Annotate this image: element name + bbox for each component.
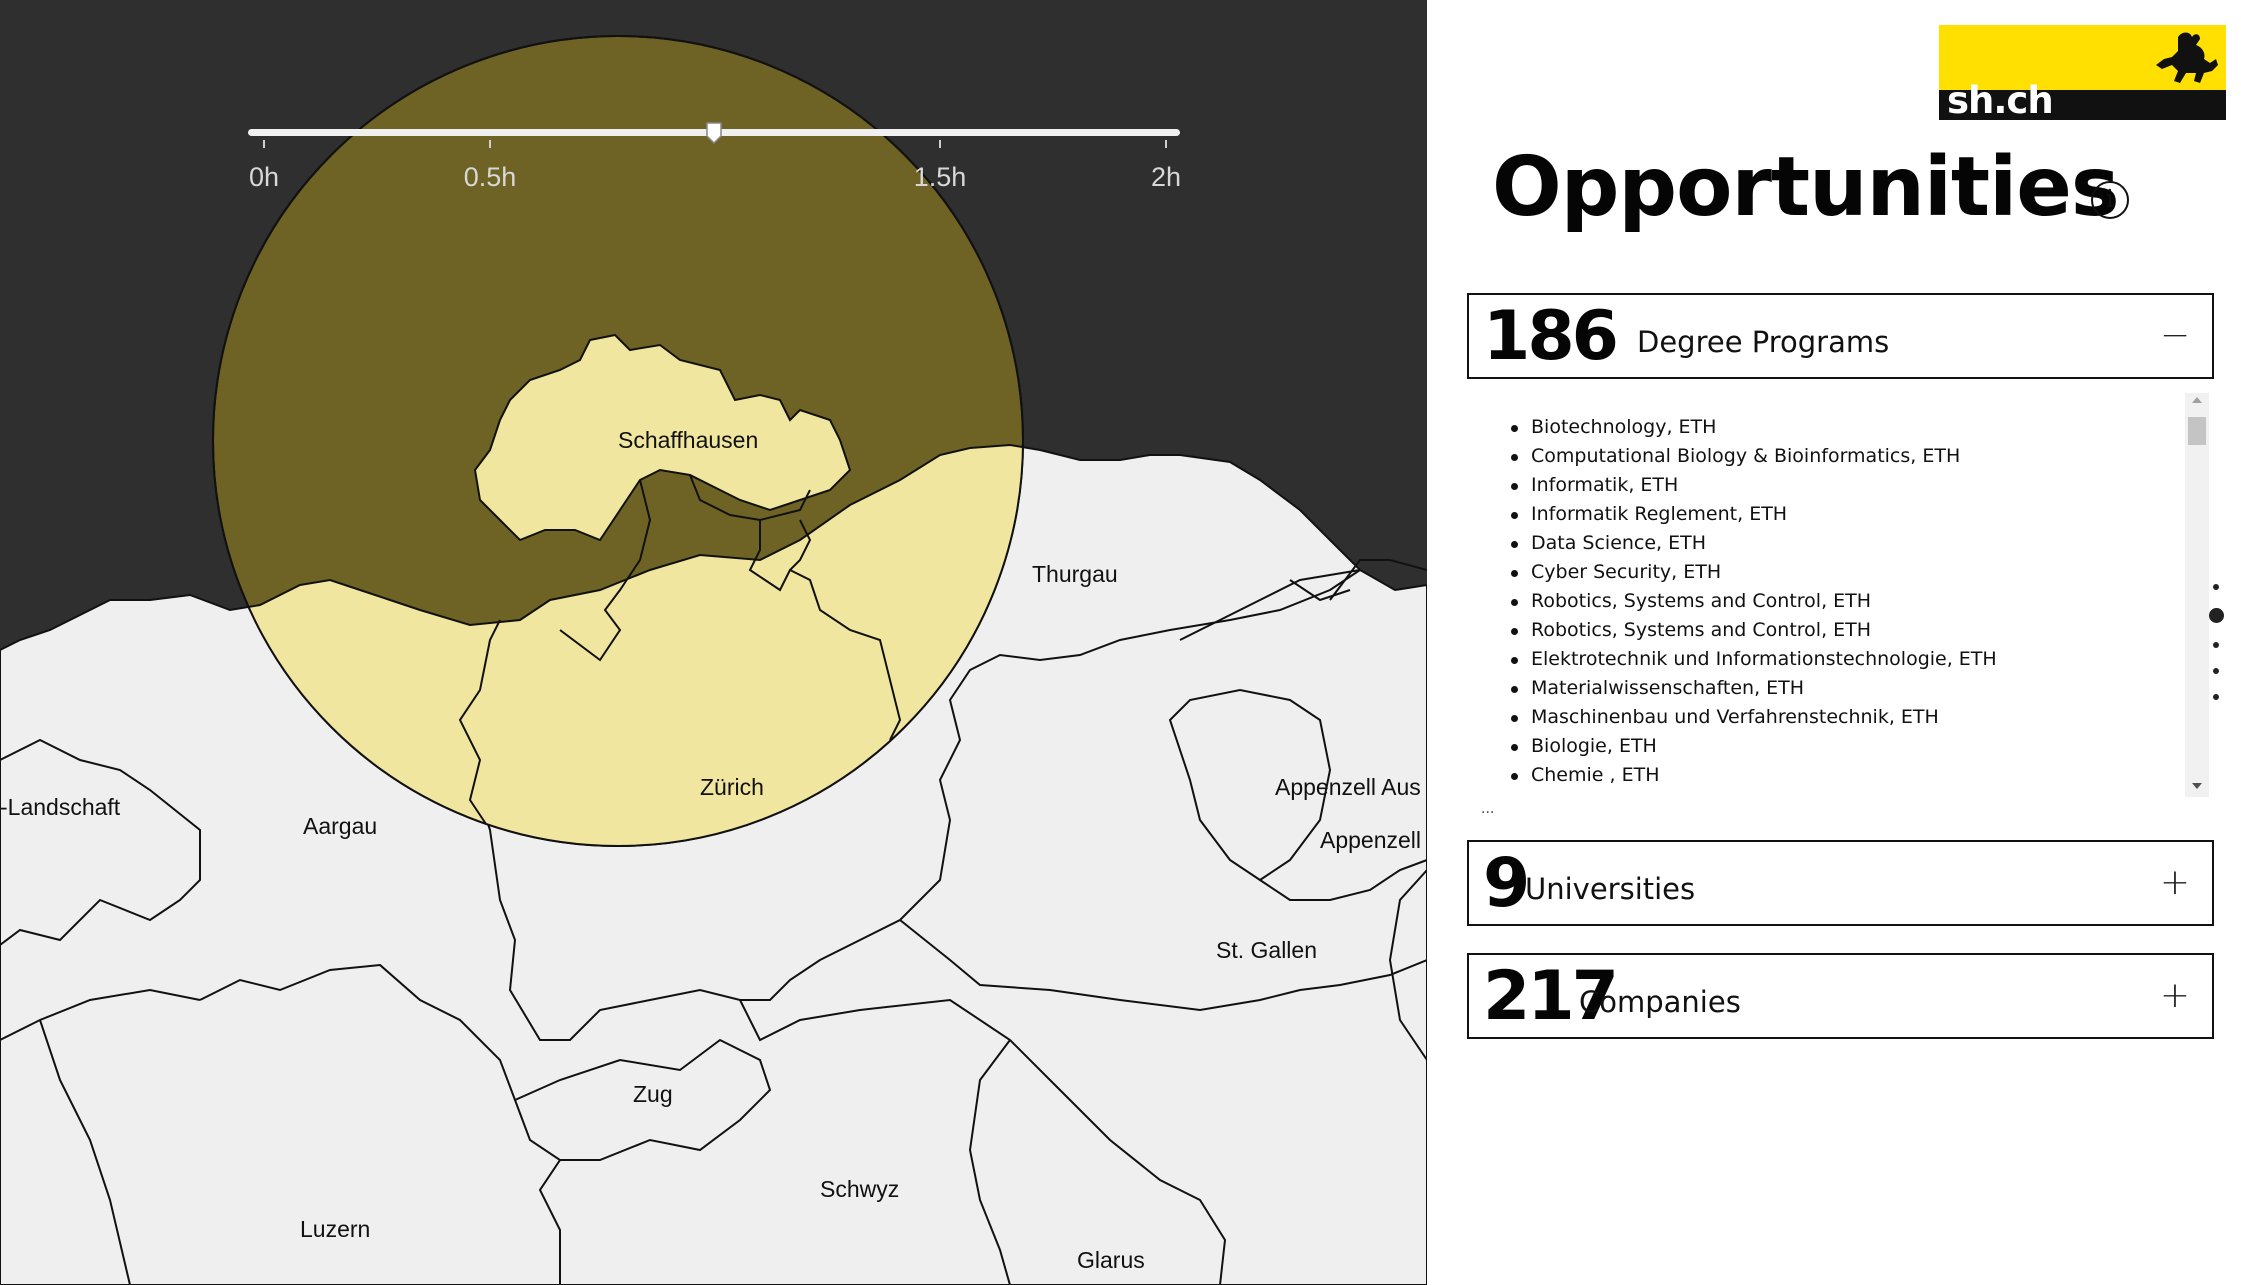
slider-tick (489, 140, 491, 148)
page-title: Opportunities (1492, 140, 2120, 235)
sh-ch-logo[interactable]: sh.ch (1939, 25, 2226, 120)
label-zug: Zug (633, 1081, 673, 1107)
travel-time-slider[interactable]: 0h 0.5h 1.5h 2h (248, 110, 1181, 200)
label-glarus: Glarus (1077, 1247, 1145, 1273)
info-icon[interactable]: i (2091, 181, 2129, 219)
list-item: Biologie, ETH (1511, 732, 1997, 761)
page-dot[interactable] (2213, 694, 2219, 700)
expand-icon[interactable]: + (2156, 977, 2194, 1015)
page-dot[interactable] (2213, 584, 2219, 590)
list-item: Materialwissenschaften, ETH (1511, 674, 1997, 703)
degree-programs-label: Degree Programs (1637, 325, 1890, 359)
slider-tick-label: 1.5h (913, 162, 967, 192)
list-item: Cyber Security, ETH (1511, 558, 1997, 587)
degree-programs-list[interactable]: Biotechnology, ETH Computational Biology… (1467, 393, 2214, 818)
map-panel[interactable]: Schaffhausen Zürich Thurgau Aargau -Land… (0, 0, 1427, 1285)
scroll-thumb[interactable] (2188, 417, 2206, 445)
degree-programs-count: 186 (1483, 297, 1619, 376)
companies-label: Companies (1579, 985, 1741, 1019)
slider-tick-label: 0.5h (463, 162, 517, 192)
scroll-down-arrow-icon[interactable] (2192, 783, 2202, 789)
label-schaffhausen: Schaffhausen (618, 427, 758, 453)
slider-tick (939, 140, 941, 148)
list-item: Elektrotechnik und Informationstechnolog… (1511, 645, 1997, 674)
list-item: Informatik, ETH (1511, 471, 1997, 500)
label-appenzell-ausserrhoden: Appenzell Aus (1275, 774, 1421, 800)
collapse-icon[interactable]: − (2156, 317, 2194, 355)
label-schwyz: Schwyz (820, 1176, 899, 1202)
accordion-universities[interactable]: 9 Universities + (1467, 840, 2214, 926)
page-dot[interactable] (2213, 668, 2219, 674)
universities-label: Universities (1525, 872, 1696, 906)
list-item: Robotics, Systems and Control, ETH (1511, 616, 1997, 645)
slider-tick-label: 0h (248, 162, 280, 192)
page-indicator[interactable] (2205, 582, 2235, 712)
opportunities-panel: sh.ch Opportunities i 186 Degree Program… (1427, 0, 2241, 1285)
accordion-companies[interactable]: 217 Companies + (1467, 953, 2214, 1039)
list-more-indicator: ... (1481, 801, 1495, 817)
slider-tick (263, 140, 265, 148)
slider-tick (1165, 140, 1167, 148)
expand-icon[interactable]: + (2156, 864, 2194, 902)
list-item: Chemie , ETH (1511, 761, 1997, 790)
list-item: Maschinenbau und Verfahrenstechnik, ETH (1511, 703, 1997, 732)
page-dot-active[interactable] (2209, 608, 2224, 623)
label-st-gallen: St. Gallen (1216, 937, 1317, 963)
label-zurich: Zürich (700, 774, 764, 800)
label-appenzell-innerrhoden: Appenzell (1320, 827, 1421, 853)
page-dot[interactable] (2213, 642, 2219, 648)
accordion-degree-programs[interactable]: 186 Degree Programs − (1467, 293, 2214, 379)
list-item: Biotechnology, ETH (1511, 413, 1997, 442)
ibex-icon (2156, 32, 2218, 83)
slider-thumb[interactable] (706, 122, 722, 144)
scroll-up-arrow-icon[interactable] (2192, 397, 2202, 403)
universities-count: 9 (1483, 844, 1530, 923)
label-luzern: Luzern (300, 1216, 370, 1242)
label-basel-landschaft: -Landschaft (0, 794, 121, 820)
label-aargau: Aargau (303, 813, 377, 839)
slider-tick-label: 2h (1150, 162, 1182, 192)
list-item: Computational Biology & Bioinformatics, … (1511, 442, 1997, 471)
logo-text: sh.ch (1947, 79, 2054, 120)
list-item: Informatik Reglement, ETH (1511, 500, 1997, 529)
label-thurgau: Thurgau (1032, 561, 1118, 587)
list-item: Robotics, Systems and Control, ETH (1511, 587, 1997, 616)
list-item: Data Science, ETH (1511, 529, 1997, 558)
